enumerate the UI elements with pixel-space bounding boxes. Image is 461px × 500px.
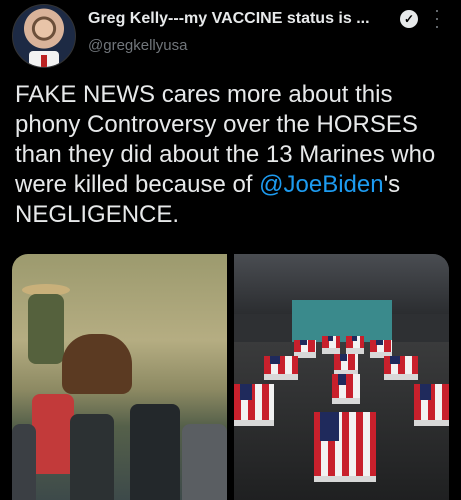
avatar[interactable] (12, 4, 76, 68)
flag-draped-casket (322, 336, 340, 354)
person-figure (70, 414, 114, 500)
person-figure (12, 424, 36, 500)
photo-aircraft-caskets[interactable] (234, 254, 449, 500)
flag-draped-casket (414, 384, 449, 426)
horse-figure (62, 334, 132, 394)
verified-badge-icon: ✓ (400, 10, 418, 28)
rider-figure (28, 294, 64, 364)
flag-draped-casket (314, 412, 376, 482)
person-figure (182, 424, 227, 500)
media-grid[interactable] (12, 254, 449, 500)
user-handle[interactable]: @gregkellyusa (88, 37, 187, 54)
flag-draped-casket (332, 374, 360, 404)
flag-draped-casket (234, 384, 274, 426)
photo-horse-riders[interactable] (12, 254, 227, 500)
flag-draped-casket (346, 336, 364, 354)
person-figure (32, 394, 74, 474)
flag-draped-casket (334, 354, 358, 376)
display-name[interactable]: Greg Kelly---my VACCINE status is ... (88, 10, 370, 28)
flag-draped-casket (384, 356, 418, 380)
more-vertical-icon[interactable]: · · · (430, 1, 444, 35)
flag-draped-casket (264, 356, 298, 380)
avatar-tie (41, 55, 47, 67)
tweet-text: FAKE NEWS cares more about this phony Co… (15, 80, 455, 230)
person-figure (130, 404, 180, 500)
mention-link[interactable]: @JoeBiden (259, 171, 383, 198)
aircraft-rear-wall (292, 300, 392, 342)
